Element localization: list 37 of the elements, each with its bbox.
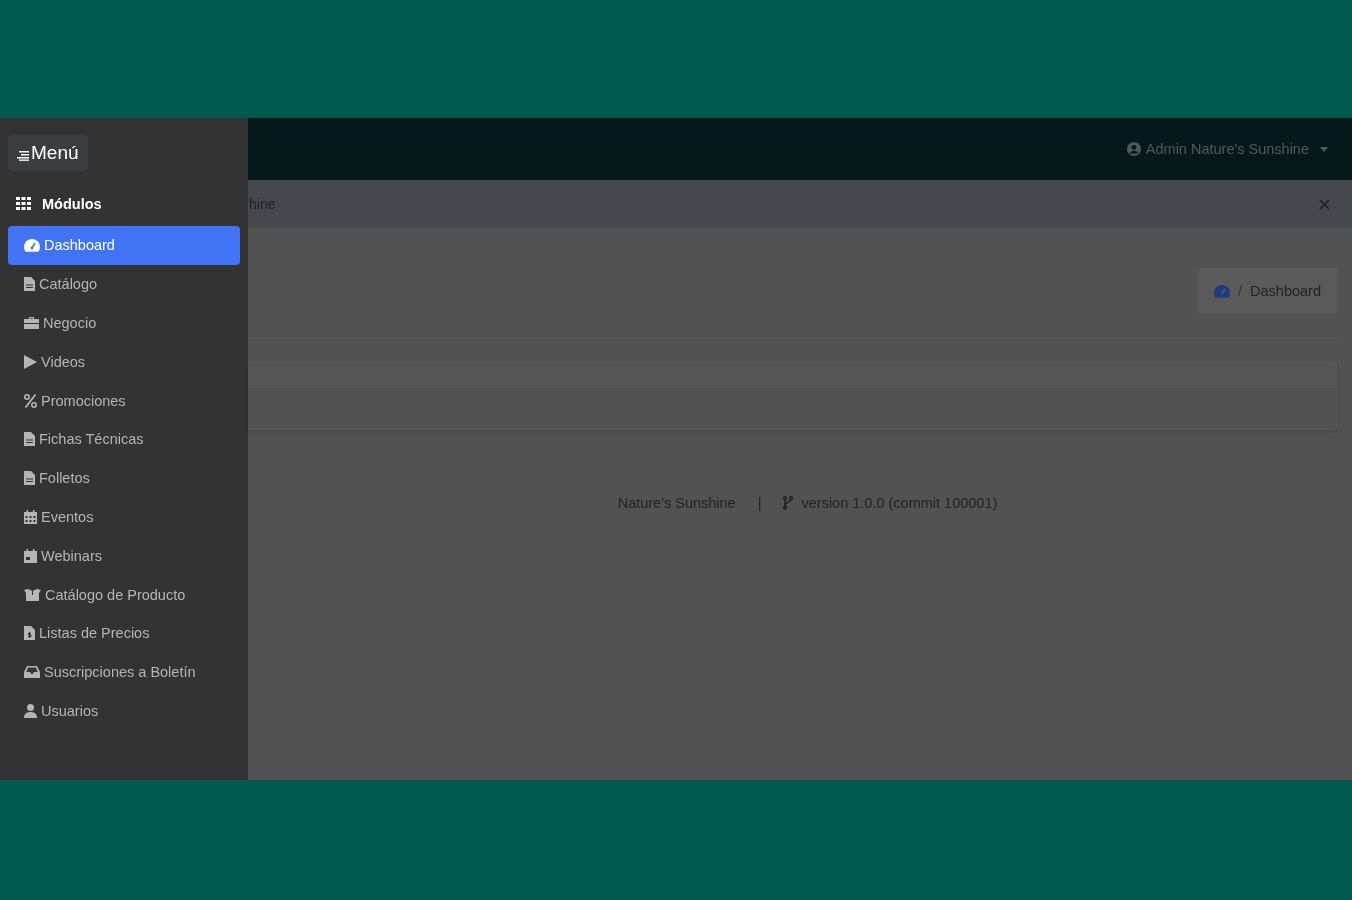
sidebar-item[interactable]: Listas de Precios — [8, 613, 240, 653]
sidebar-item[interactable]: Catálogo de Producto — [8, 575, 240, 614]
document-icon — [24, 471, 35, 486]
sidebar-item[interactable]: Usuarios — [8, 691, 240, 731]
branch-icon — [783, 496, 794, 510]
gauge-icon — [24, 238, 40, 252]
briefcase-icon — [24, 317, 39, 329]
sidebar-item[interactable]: Fichas Técnicas — [8, 420, 240, 459]
sidebar-item[interactable]: Eventos — [8, 497, 240, 537]
user-icon — [24, 703, 37, 718]
inbox-icon — [24, 666, 40, 679]
document-icon — [24, 277, 35, 292]
sidebar-item[interactable]: Negocio — [8, 303, 240, 343]
calendar-icon — [24, 548, 37, 563]
sidebar-item[interactable]: Dashboard — [8, 226, 240, 265]
sidebar-item[interactable]: Folletos — [8, 458, 240, 498]
menu-button[interactable]: Menú — [8, 135, 88, 171]
invoice-icon — [24, 626, 35, 641]
sidebar-item[interactable]: Catálogo — [8, 264, 240, 304]
menu-icon — [17, 148, 29, 161]
section-title: Módulos — [42, 195, 102, 212]
user-avatar-icon — [1126, 142, 1141, 156]
grid-icon — [16, 197, 31, 210]
document-icon — [24, 432, 35, 447]
sidebar-item[interactable]: Promociones — [8, 381, 240, 420]
breadcrumb-separator: / — [1238, 283, 1243, 299]
close-icon[interactable] — [1319, 198, 1330, 210]
percent-icon — [24, 393, 37, 408]
sidebar-item[interactable]: Suscripciones a Boletín — [8, 652, 240, 692]
play-icon — [24, 354, 37, 369]
sidebar-item[interactable]: Webinars — [8, 536, 240, 576]
gauge-icon[interactable] — [1214, 284, 1231, 298]
caret-icon — [1320, 146, 1328, 152]
sidebar-item[interactable]: Videos — [8, 342, 240, 382]
calendar-icon — [24, 509, 37, 524]
boxes-icon — [24, 588, 41, 601]
footer-separator: | — [757, 495, 762, 511]
